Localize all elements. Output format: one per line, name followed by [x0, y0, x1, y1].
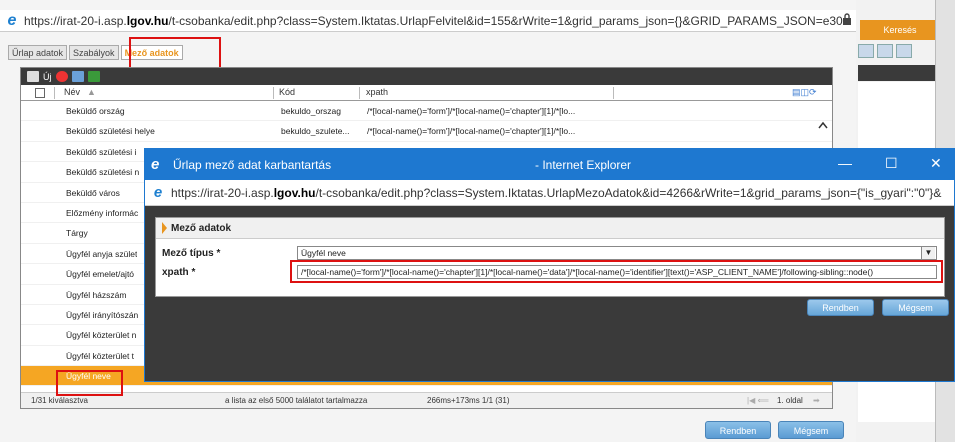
outer-address-bar[interactable]: e https://irat-20-i.asp. lgov.hu/t-csoban…	[0, 10, 856, 32]
close-icon[interactable]: ✕	[930, 155, 942, 172]
row-name: Előzmény informác	[66, 207, 139, 218]
column-settings-icon[interactable]: ▤◫⟳	[792, 87, 817, 98]
dialog-url-rest: /t-csobanka/edit.php?class=System.Iktata…	[315, 185, 942, 200]
help-icon[interactable]	[896, 44, 912, 58]
row-name: Tárgy	[66, 228, 88, 239]
field-type-label: Mező típus *	[162, 248, 221, 259]
outer-url-rest: /t-csobanka/edit.php?class=System.Iktata…	[168, 13, 850, 28]
highlight-xpath-box	[290, 260, 943, 283]
xpath-label: xpath *	[162, 267, 196, 278]
table-row[interactable]: Beküldő ország bekuldo_orszag /*[local-nam…	[21, 101, 832, 122]
col-xpath-header[interactable]: xpath	[366, 87, 388, 97]
row-code: bekuldo_szulete...	[281, 126, 350, 137]
grid-header: Név ▲ Kód xpath ▤◫⟳	[21, 85, 832, 101]
row-name: Ügyfél irányítószán	[66, 309, 139, 320]
scroll-up-icon[interactable]	[817, 120, 829, 130]
maximize-icon[interactable]: ☐	[885, 155, 898, 172]
section-header: Mező adatok	[156, 218, 944, 239]
row-xpath: /*[local-name()='form']/*[local-name()='…	[367, 106, 576, 116]
ie-logo-icon: e	[7, 11, 17, 29]
print-icon[interactable]	[71, 71, 84, 82]
timing-info: 266ms+173ms 1/1 (31)	[427, 396, 510, 405]
new-doc-icon[interactable]	[27, 71, 39, 82]
excel-icon[interactable]	[87, 71, 100, 82]
ie-logo-icon: e	[153, 184, 163, 201]
outer-cancel-button[interactable]: Mégsem	[778, 421, 844, 439]
ie-logo-icon: e	[151, 156, 160, 173]
search-button[interactable]: Keresés	[860, 20, 940, 40]
row-name: Ügyfél emelet/ajtó	[66, 269, 135, 280]
row-name: Ügyfél közterület t	[66, 350, 135, 361]
first-page-icon[interactable]: |◀ ⟸	[747, 396, 769, 405]
col-code-header[interactable]: Kód	[279, 87, 295, 97]
section-title: Mező adatok	[171, 223, 232, 234]
dialog-address-bar[interactable]: e https://irat-20-i.asp. lgov.hu/t-csoban…	[145, 180, 954, 206]
row-name: Ügyfél házszám	[66, 289, 127, 300]
dialog-url-prefix: https://irat-20-i.asp.	[171, 185, 274, 200]
field-type-value: Ügyfél neve	[301, 248, 346, 258]
outer-ok-button[interactable]: Rendben	[705, 421, 771, 439]
row-name: Ügyfél anyja szület	[66, 248, 138, 259]
next-page-icon[interactable]: ➡	[813, 396, 820, 405]
col-name-header[interactable]: Név	[64, 87, 80, 97]
tab-rules[interactable]: Szabályok	[69, 45, 119, 60]
row-name: Beküldő születési helye	[66, 126, 155, 137]
grid-toolbar: Új	[21, 68, 832, 85]
dialog-subtitle: - Internet Explorer	[535, 158, 632, 172]
highlight-row-box	[56, 370, 123, 396]
dialog-title: Űrlap mező adat karbantartás	[173, 158, 332, 172]
dialog-cancel-button[interactable]: Mégsem	[882, 299, 949, 316]
outer-url-domain: lgov.hu	[126, 13, 169, 28]
table-row[interactable]: Beküldő születési helye bekuldo_szulete..…	[21, 121, 832, 142]
page-number: 1. oldal	[777, 396, 803, 405]
section-arrow-icon	[162, 222, 167, 235]
delete-icon[interactable]	[55, 71, 68, 82]
minimize-icon[interactable]: —	[838, 155, 852, 171]
row-code: bekuldo_orszag	[281, 106, 342, 116]
dialog-url-domain: lgov.hu	[273, 185, 316, 200]
row-name: Beküldő ország	[66, 106, 125, 116]
lock-icon	[843, 13, 851, 25]
field-data-section: Mező adatok Mező típus * Ügyfél neve ▼ x…	[155, 217, 945, 297]
row-name: Beküldő születési n	[66, 167, 140, 178]
limit-note: a lista az első 5000 találatot tartalmaz…	[225, 396, 368, 405]
row-xpath: /*[local-name()='form']/*[local-name()='…	[367, 126, 576, 137]
tab-form-data[interactable]: Űrlap adatok	[8, 45, 68, 60]
row-name: Beküldő város	[66, 187, 120, 198]
grid-statusbar: 1/31 kiválasztva a lista az első 5000 ta…	[21, 392, 832, 408]
sort-asc-icon: ▲	[87, 87, 96, 97]
selection-count: 1/31 kiválasztva	[31, 396, 88, 405]
dialog-titlebar[interactable]: e Űrlap mező adat karbantartás - Interne…	[145, 149, 954, 180]
document-icon[interactable]	[877, 44, 893, 58]
field-edit-dialog: e Űrlap mező adat karbantartás - Interne…	[144, 148, 955, 382]
select-all-checkbox[interactable]	[35, 88, 45, 98]
outer-url-prefix: https://irat-20-i.asp.	[24, 13, 127, 28]
row-name: Ügyfél közterület n	[66, 330, 137, 341]
chevron-down-icon[interactable]: ▼	[921, 247, 935, 259]
field-type-select[interactable]: Ügyfél neve ▼	[297, 246, 937, 260]
background-toolbar	[858, 44, 912, 58]
row-name: Beküldő születési i	[66, 146, 137, 157]
dialog-ok-button[interactable]: Rendben	[807, 299, 874, 316]
save-icon[interactable]	[858, 44, 874, 58]
new-button[interactable]: Új	[43, 72, 52, 82]
